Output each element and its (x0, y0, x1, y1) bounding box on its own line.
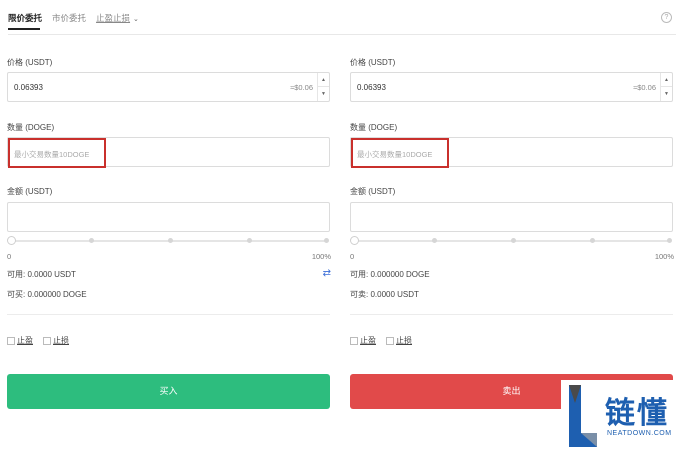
slider-tick-50[interactable] (168, 238, 173, 243)
buy-slider-handle[interactable] (7, 236, 16, 245)
sell-price-approx: ≈$0.06 (633, 83, 656, 92)
buy-price-value: 0.06393 (14, 83, 43, 92)
slider-tick-75[interactable] (590, 238, 595, 243)
watermark-brand: 链懂 (605, 396, 669, 431)
buy-amount-label: 金额 (USDT) (7, 187, 53, 196)
decrement-icon[interactable]: ▼ (661, 87, 672, 101)
sell-price-input[interactable]: 0.06393 ≈$0.06 ▲ ▼ (350, 72, 673, 102)
buy-stop-loss-checkbox[interactable] (43, 336, 51, 345)
slider-tick-100[interactable] (324, 238, 329, 243)
buy-available: 可用: 0.0000 USDT (7, 270, 76, 279)
sell-pct-max: 100% (654, 252, 674, 261)
sell-price-value: 0.06393 (357, 83, 386, 92)
slider-tick-25[interactable] (89, 238, 94, 243)
buy-divider (7, 314, 330, 315)
watermark-logo: 链懂 NEATDOWN.COM (561, 380, 680, 453)
buy-stop-loss-label[interactable]: 止损 (53, 335, 69, 346)
buy-max-qty: 可买: 0.000000 DOGE (7, 290, 87, 299)
sell-divider (350, 314, 673, 315)
sell-stop-loss-checkbox[interactable] (386, 336, 394, 345)
buy-qty-label: 数量 (DOGE) (7, 123, 55, 132)
buy-price-label: 价格 (USDT) (7, 58, 53, 67)
buy-qty-placeholder: 最小交易数量10DOGE (14, 150, 90, 159)
sell-max-qty: 可卖: 0.0000 USDT (350, 290, 419, 299)
buy-price-stepper: ▲ ▼ (317, 73, 329, 101)
watermark-site: NEATDOWN.COM (607, 430, 672, 437)
sell-amount-input[interactable] (350, 202, 673, 232)
buy-price-input[interactable]: 0.06393 ≈$0.06 ▲ ▼ (7, 72, 330, 102)
slider-tick-100[interactable] (667, 238, 672, 243)
sell-amount-label: 金额 (USDT) (350, 187, 396, 196)
sell-take-profit-checkbox[interactable] (350, 336, 358, 345)
buy-tpsl-row: 止盈 止损 (7, 335, 79, 346)
sell-slider-handle[interactable] (350, 236, 359, 245)
decrement-icon[interactable]: ▼ (318, 87, 329, 101)
buy-take-profit-label[interactable]: 止盈 (17, 335, 33, 346)
swap-icon[interactable]: ⇄ (323, 268, 331, 279)
sell-qty-input[interactable]: 最小交易数量10DOGE (351, 138, 449, 168)
buy-panel: 价格 (USDT) 0.06393 ≈$0.06 ▲ ▼ 数量 (DOGE) 最… (7, 0, 331, 453)
increment-icon[interactable]: ▲ (318, 73, 329, 87)
sell-qty-placeholder: 最小交易数量10DOGE (357, 150, 433, 159)
sell-take-profit-label[interactable]: 止盈 (360, 335, 376, 346)
buy-pct-max: 100% (311, 252, 331, 261)
sell-stop-loss-label[interactable]: 止损 (396, 335, 412, 346)
sell-pct-min: 0 (350, 252, 355, 261)
sell-price-label: 价格 (USDT) (350, 58, 396, 67)
sell-price-stepper: ▲ ▼ (660, 73, 672, 101)
sell-tpsl-row: 止盈 止损 (350, 335, 422, 346)
buy-pct-min: 0 (7, 252, 12, 261)
buy-button[interactable]: 买入 (7, 374, 330, 409)
slider-tick-25[interactable] (432, 238, 437, 243)
slider-tick-75[interactable] (247, 238, 252, 243)
slider-tick-50[interactable] (511, 238, 516, 243)
buy-price-approx: ≈$0.06 (290, 83, 313, 92)
sell-qty-field: 最小交易数量10DOGE (350, 137, 673, 168)
increment-icon[interactable]: ▲ (661, 73, 672, 87)
watermark-l-icon (569, 385, 597, 447)
buy-qty-input[interactable]: 最小交易数量10DOGE (8, 138, 106, 168)
sell-qty-label: 数量 (DOGE) (350, 123, 398, 132)
buy-amount-input[interactable] (7, 202, 330, 232)
sell-available: 可用: 0.000000 DOGE (350, 270, 430, 279)
buy-take-profit-checkbox[interactable] (7, 336, 15, 345)
buy-qty-field: 最小交易数量10DOGE (7, 137, 330, 168)
